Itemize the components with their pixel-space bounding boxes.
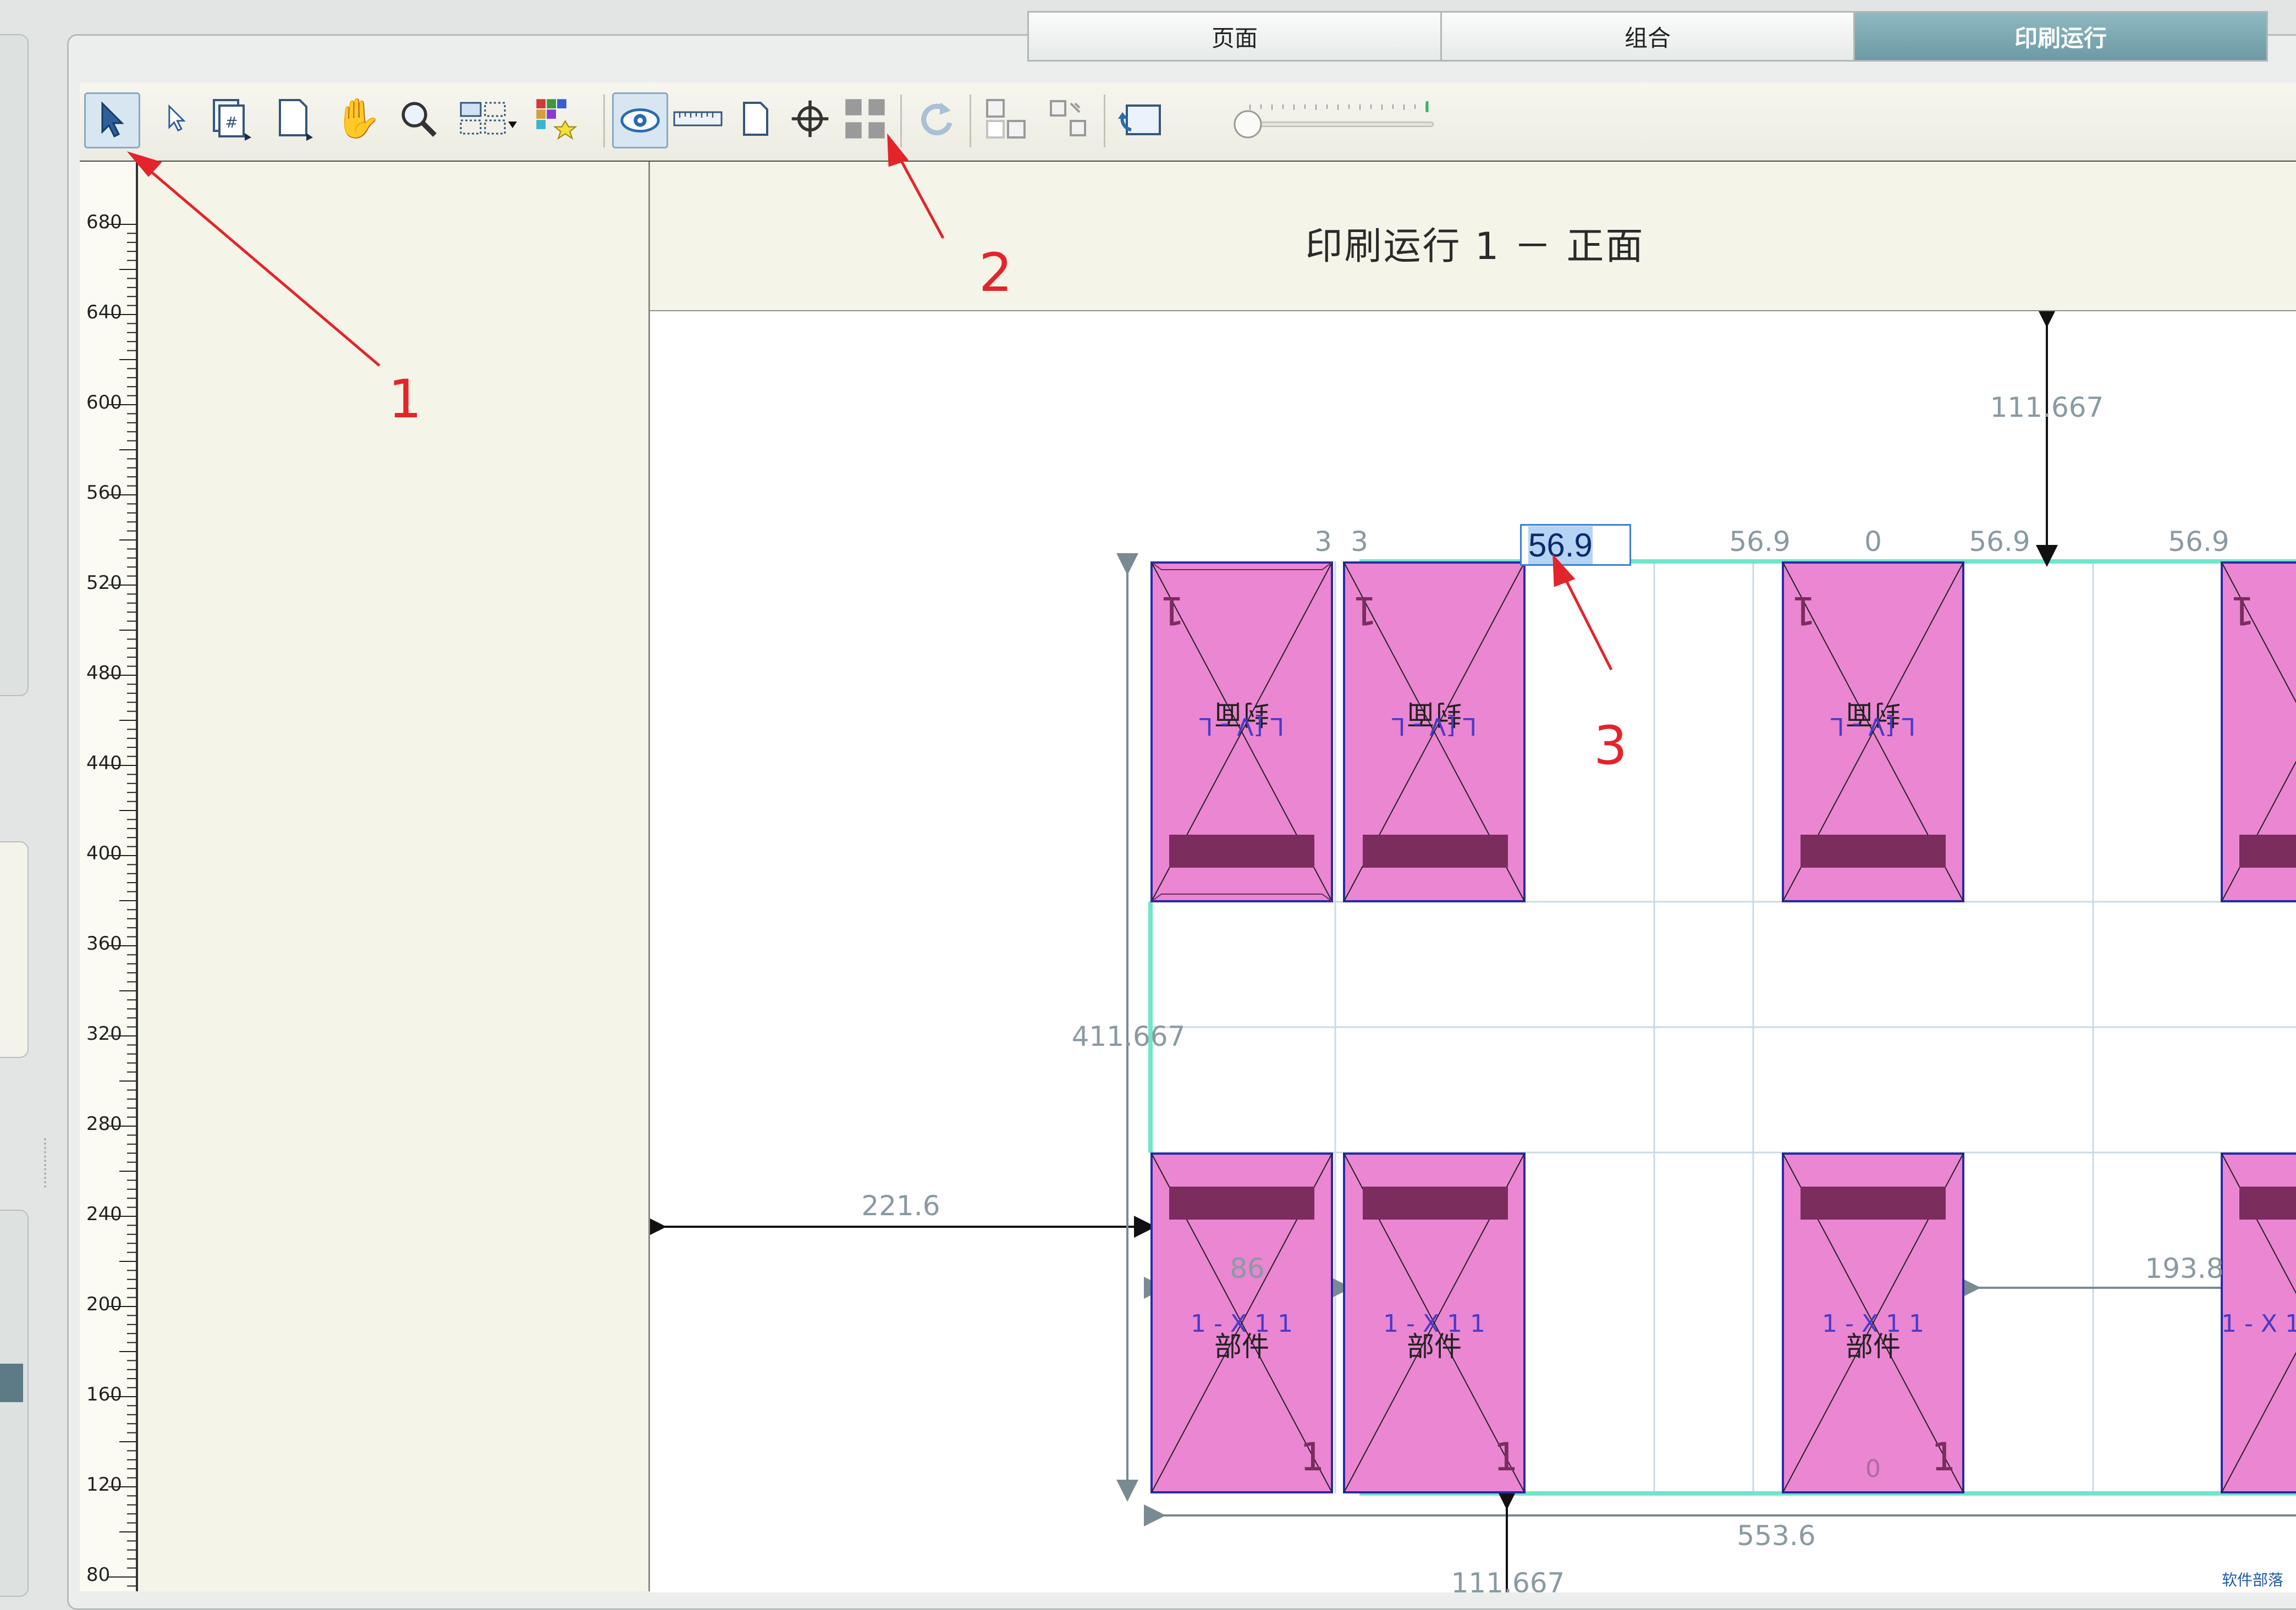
- left-margin-label: 221.6: [861, 1190, 940, 1222]
- sheet-drawing: 封面 封面 封面 L [V - L L [V - L L [V - L 1 1 …: [645, 306, 2296, 1599]
- gap-a-label: 3: [1314, 526, 1332, 558]
- zoom-slider[interactable]: [1228, 93, 1448, 146]
- eye-icon[interactable]: [612, 92, 668, 148]
- left-panel-row-highlight: [0, 1364, 23, 1402]
- tile-bottom-code: 1 - X 1 1: [2221, 1310, 2296, 1338]
- color-wand-icon[interactable]: [530, 92, 582, 145]
- ruler-label: 520: [86, 572, 122, 594]
- right-offset-label: 193.8: [2145, 1253, 2223, 1284]
- align-grid-icon[interactable]: [979, 92, 1032, 145]
- crosshair-icon[interactable]: [784, 92, 836, 145]
- tab-assembly[interactable]: 组合: [1440, 11, 1855, 62]
- col-spacing-label: 0: [1864, 526, 1882, 558]
- distribute-icon[interactable]: [1042, 92, 1095, 145]
- page-title: 印刷运行 1 － 正面: [1305, 225, 1645, 268]
- gap-crop-icon[interactable]: [839, 92, 891, 145]
- tab-pages[interactable]: 页面: [1027, 11, 1442, 62]
- tile-top-code: L [V - L: [1391, 712, 1477, 740]
- magnifier-icon[interactable]: [392, 92, 445, 145]
- gap-b-label: 3: [1351, 526, 1368, 558]
- ruler-label: 280: [86, 1113, 122, 1135]
- ruler-label: 120: [86, 1474, 122, 1496]
- tile-corner: 1: [1931, 1435, 1956, 1480]
- tab-assembly-label: 组合: [1624, 24, 1671, 52]
- svg-text:#: #: [225, 113, 238, 131]
- tab-pages-label: 页面: [1211, 24, 1258, 52]
- col-spacing-label: 56.9: [1969, 526, 2030, 558]
- splitter-grip[interactable]: [44, 1138, 53, 1188]
- tile-top-code: L [V - L: [1830, 712, 1915, 740]
- undo-sheet-icon[interactable]: [1114, 92, 1166, 145]
- annotation-number-1: 1: [388, 368, 422, 430]
- toolbar-separator: [970, 95, 971, 147]
- toolbar-separator: [603, 95, 605, 147]
- ruler-label: 360: [86, 933, 122, 955]
- arrow-cursor-icon[interactable]: [84, 92, 140, 148]
- tile-zero-label: 0: [1865, 1455, 1881, 1483]
- tile-bottom-code: 1 - X 1 1: [1383, 1310, 1485, 1338]
- view-tabs: 页面 组合 印刷运行: [1027, 11, 2268, 62]
- hand-icon[interactable]: ✋: [332, 92, 384, 145]
- ruler-label: 320: [86, 1023, 122, 1045]
- sheet-header: 印刷运行 1 － 正面: [650, 162, 2296, 312]
- tile-corner: 1: [2230, 588, 2255, 633]
- toolbar-separator: [900, 95, 902, 147]
- ruler-label: 160: [86, 1383, 122, 1405]
- toolbar-separator: [1104, 95, 1105, 147]
- tile-bottom-code: 1 - X 1 1: [1822, 1310, 1924, 1338]
- ruler-label: 480: [86, 662, 122, 684]
- left-panel-mid: [0, 841, 29, 1058]
- left-panel-top: [0, 34, 29, 696]
- tab-press-run-label: 印刷运行: [2014, 24, 2107, 52]
- sheet-width-label: 553.6: [1737, 1520, 1815, 1552]
- spacing-edit-value: 56.9: [1528, 526, 1593, 564]
- ruler-icon[interactable]: [671, 92, 724, 145]
- ruler-label: 680: [86, 211, 122, 233]
- tab-press-run[interactable]: 印刷运行: [1853, 11, 2268, 62]
- vertical-ruler: 680 640 600 560 520 480 440 400 360 320 …: [80, 162, 138, 1591]
- ruler-label: 560: [86, 482, 122, 504]
- ruler-ticks: [108, 224, 136, 1587]
- ruler-label: 200: [86, 1293, 122, 1315]
- ruler-label: 80: [86, 1564, 111, 1586]
- spacing-edit-field[interactable]: 56.9: [1520, 524, 1631, 566]
- rotate-icon[interactable]: [910, 92, 963, 145]
- small-arrow-icon[interactable]: [150, 92, 203, 145]
- left-panel-bottom: [0, 1210, 29, 1597]
- page-number-icon[interactable]: #: [205, 92, 258, 145]
- tile-corner: 1: [1791, 588, 1816, 633]
- bottom-gripper-label: 111.667: [1451, 1567, 1565, 1592]
- cell-width-label: 86: [1230, 1253, 1265, 1284]
- ruler-label: 440: [86, 752, 122, 774]
- ruler-label: 400: [86, 842, 122, 864]
- ruler-label: 640: [86, 301, 122, 323]
- tile-bottom-code: 1 - X 1 1: [1191, 1310, 1293, 1338]
- ruler-label: 240: [86, 1203, 122, 1225]
- col-spacing-label: 56.9: [1729, 526, 1790, 558]
- sheet-icon[interactable]: [729, 92, 781, 145]
- tile-corner: 1: [1352, 588, 1377, 633]
- tile-corner: 1: [1160, 588, 1185, 633]
- dimension-labels: 111.667 221.6 411.667 553.6 3 3 56.9 0 5…: [861, 392, 2229, 1599]
- toolbar: # ✋: [80, 82, 2296, 163]
- tile-top-code: L [V - L: [1199, 712, 1284, 740]
- col-spacing-label: 56.9: [2168, 526, 2229, 558]
- top-margin-label: 111.667: [1990, 392, 2104, 423]
- sheet-height-label: 411.667: [1072, 1021, 1186, 1052]
- annotation-number-2: 2: [979, 242, 1013, 304]
- press-sheet-canvas[interactable]: 封面 封面 封面 L [V - L L [V - L L [V - L 1 1 …: [645, 306, 2296, 1599]
- watermark-logo: 软件部落: [2222, 1572, 2284, 1589]
- annotation-number-3: 3: [1594, 715, 1628, 776]
- page-icon[interactable]: [267, 92, 320, 145]
- ruler-label: 600: [86, 392, 122, 413]
- grid-dropdown-icon[interactable]: [455, 92, 521, 145]
- tile-corner: 1: [1494, 1435, 1518, 1480]
- tile-corner: 1: [1300, 1435, 1325, 1480]
